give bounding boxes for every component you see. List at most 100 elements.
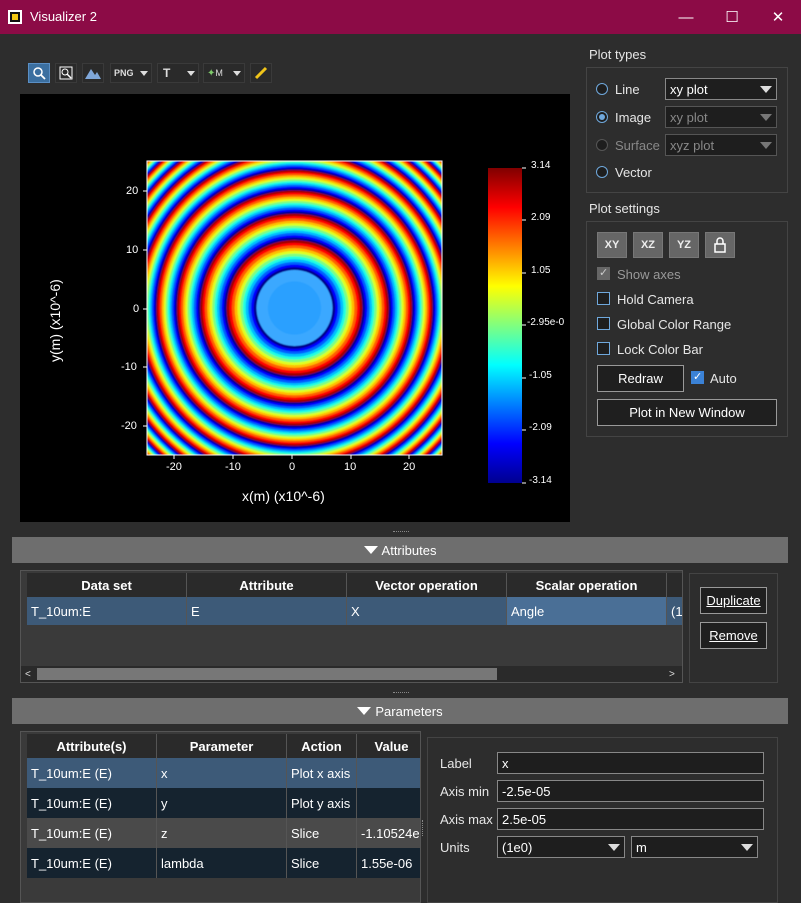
image-plot-select[interactable]: xy plot	[665, 106, 777, 128]
attributes-bar-title: Attributes	[381, 542, 437, 558]
units-scale-select[interactable]: (1e0)	[497, 836, 625, 858]
hold-camera-checkbox[interactable]	[597, 292, 610, 305]
axis-max-field[interactable]: 2.5e-05	[497, 808, 764, 830]
column-header[interactable]: Action	[287, 734, 357, 758]
table-row[interactable]: T_10um:E (E) x Plot x axis	[27, 758, 420, 788]
plot-new-window-button[interactable]: Plot in New Window	[597, 399, 777, 426]
splitter-handle[interactable]	[393, 531, 409, 534]
column-header[interactable]	[667, 573, 683, 597]
marker-menu[interactable]: ✦ M	[203, 63, 245, 83]
column-header[interactable]: Value	[357, 734, 420, 758]
remove-button[interactable]: Remove	[700, 622, 767, 649]
splitter-handle[interactable]	[393, 692, 409, 695]
chevron-down-icon	[608, 844, 620, 851]
column-header[interactable]: Attribute	[187, 573, 347, 597]
column-header[interactable]: Data set	[27, 573, 187, 597]
attributes-bar[interactable]: Attributes	[12, 537, 788, 563]
action-cell: Slice	[287, 818, 357, 848]
vector-label: Vector	[615, 165, 652, 180]
duplicate-button[interactable]: Duplicate	[700, 587, 767, 614]
axis-min-label: Axis min	[440, 784, 490, 799]
chevron-down-icon	[233, 71, 241, 76]
lock-color-bar-label: Lock Color Bar	[617, 342, 703, 357]
x-tick-label: 20	[403, 461, 416, 473]
parameters-table: Attribute(s) Parameter Action Value T_10…	[20, 731, 421, 903]
marker-icon: ✦	[207, 67, 216, 79]
zoom-icon[interactable]	[28, 63, 50, 83]
scroll-right-icon[interactable]: >	[669, 669, 675, 680]
redraw-button[interactable]: Redraw	[597, 365, 684, 392]
parameters-bar[interactable]: Parameters	[12, 698, 788, 724]
horizontal-scrollbar[interactable]: < >	[21, 666, 682, 682]
image-radio[interactable]	[596, 111, 608, 123]
chevron-down-icon	[760, 114, 772, 121]
window-title: Visualizer 2	[30, 9, 97, 24]
lock-color-bar-checkbox[interactable]	[597, 342, 610, 355]
column-header[interactable]: Vector operation	[347, 573, 507, 597]
marker-label: M	[215, 68, 223, 78]
table-row[interactable]: T_10um:E E X Angle (1(	[27, 597, 683, 625]
axis-min-field[interactable]: -2.5e-05	[497, 780, 764, 802]
pencil-icon[interactable]	[250, 63, 272, 83]
attribute-cell: E	[187, 597, 347, 625]
show-axes-checkbox[interactable]: ✓	[597, 267, 610, 280]
line-radio[interactable]	[596, 83, 608, 95]
lock-icon[interactable]	[705, 232, 735, 258]
column-header[interactable]: Attribute(s)	[27, 734, 157, 758]
view-xz-button[interactable]: XZ	[633, 232, 663, 258]
hold-camera-label: Hold Camera	[617, 292, 694, 307]
surface-plot-select[interactable]: xyz plot	[665, 134, 777, 156]
y-tick-label: 0	[133, 303, 140, 315]
y-axis	[143, 190, 147, 427]
surface-radio[interactable]	[596, 139, 608, 151]
column-header[interactable]: Parameter	[157, 734, 287, 758]
dataset-cell: T_10um:E	[27, 597, 187, 625]
table-row[interactable]: T_10um:E (E) z Slice -1.10524e-	[27, 818, 420, 848]
value-cell	[357, 788, 420, 818]
view-yz-button[interactable]: YZ	[669, 232, 699, 258]
auto-label: Auto	[710, 371, 737, 386]
table-row[interactable]: T_10um:E (E) y Plot y axis	[27, 788, 420, 818]
png-export-menu[interactable]: PNG	[110, 63, 152, 83]
zoom-box-icon[interactable]	[55, 63, 77, 83]
scrollbar-thumb[interactable]	[37, 668, 497, 680]
param-cell: z	[157, 818, 287, 848]
colorbar-tick-label: 2.09	[531, 212, 551, 223]
units-select[interactable]: m	[631, 836, 758, 858]
value-cell: 1.55e-06	[357, 848, 420, 878]
select-value: xy plot	[670, 110, 708, 125]
attr-cell: T_10um:E (E)	[27, 848, 157, 878]
x-tick-label: 0	[289, 461, 296, 473]
colorbar-tick-label: 3.14	[531, 160, 551, 171]
plot-types-title: Plot types	[589, 47, 647, 62]
plot-canvas[interactable]: -20 -10 0 10 20 20 10 0 -10 -20 x(m) (x1…	[20, 94, 570, 522]
global-color-range-checkbox[interactable]	[597, 317, 610, 330]
minimize-button[interactable]: —	[663, 0, 709, 34]
column-header[interactable]: Scalar operation	[507, 573, 667, 597]
maximize-button[interactable]: ☐	[709, 0, 755, 34]
ring-pattern	[147, 161, 442, 455]
plot-types-panel: Line xy plot Image xy plot Surface xyz p…	[586, 67, 788, 193]
x-tick-label: -10	[225, 461, 241, 473]
png-icon: PNG	[114, 68, 134, 78]
close-button[interactable]: ✕	[755, 0, 801, 34]
x-axis	[173, 455, 410, 459]
vector-radio[interactable]	[596, 166, 608, 178]
splitter-handle[interactable]	[422, 820, 425, 836]
extra-cell: (1(	[667, 597, 683, 625]
label-field[interactable]: x	[497, 752, 764, 774]
table-row[interactable]: T_10um:E (E) lambda Slice 1.55e-06	[27, 848, 420, 878]
heatmap-plot	[143, 160, 526, 484]
select-value: xy plot	[670, 82, 708, 97]
text-icon: T	[163, 66, 171, 80]
scroll-left-icon[interactable]: <	[25, 669, 31, 680]
view-xy-button[interactable]: XY	[597, 232, 627, 258]
plot-settings-title: Plot settings	[589, 201, 660, 216]
chevron-down-icon	[187, 71, 195, 76]
mountain-view-icon[interactable]	[82, 63, 104, 83]
line-plot-select[interactable]: xy plot	[665, 78, 777, 100]
text-annotation-menu[interactable]: T	[157, 63, 199, 83]
auto-checkbox[interactable]: ✓	[691, 371, 704, 384]
action-cell: Slice	[287, 848, 357, 878]
image-label: Image	[615, 110, 652, 125]
